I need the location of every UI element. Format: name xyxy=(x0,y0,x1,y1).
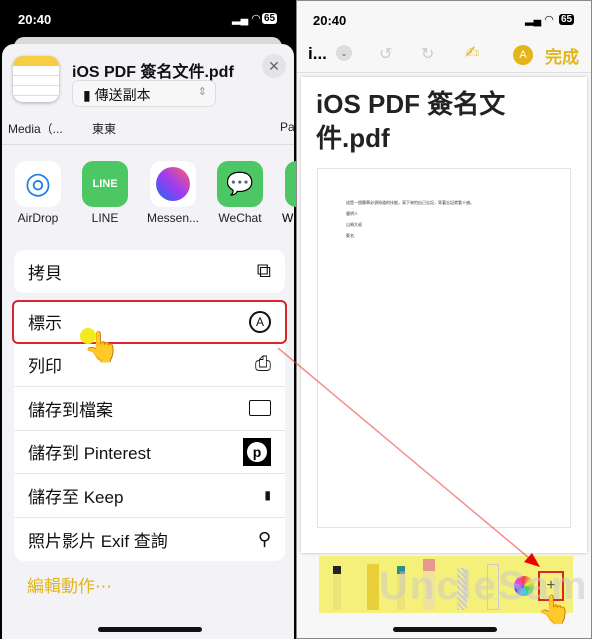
annotation-arrow xyxy=(277,347,540,567)
